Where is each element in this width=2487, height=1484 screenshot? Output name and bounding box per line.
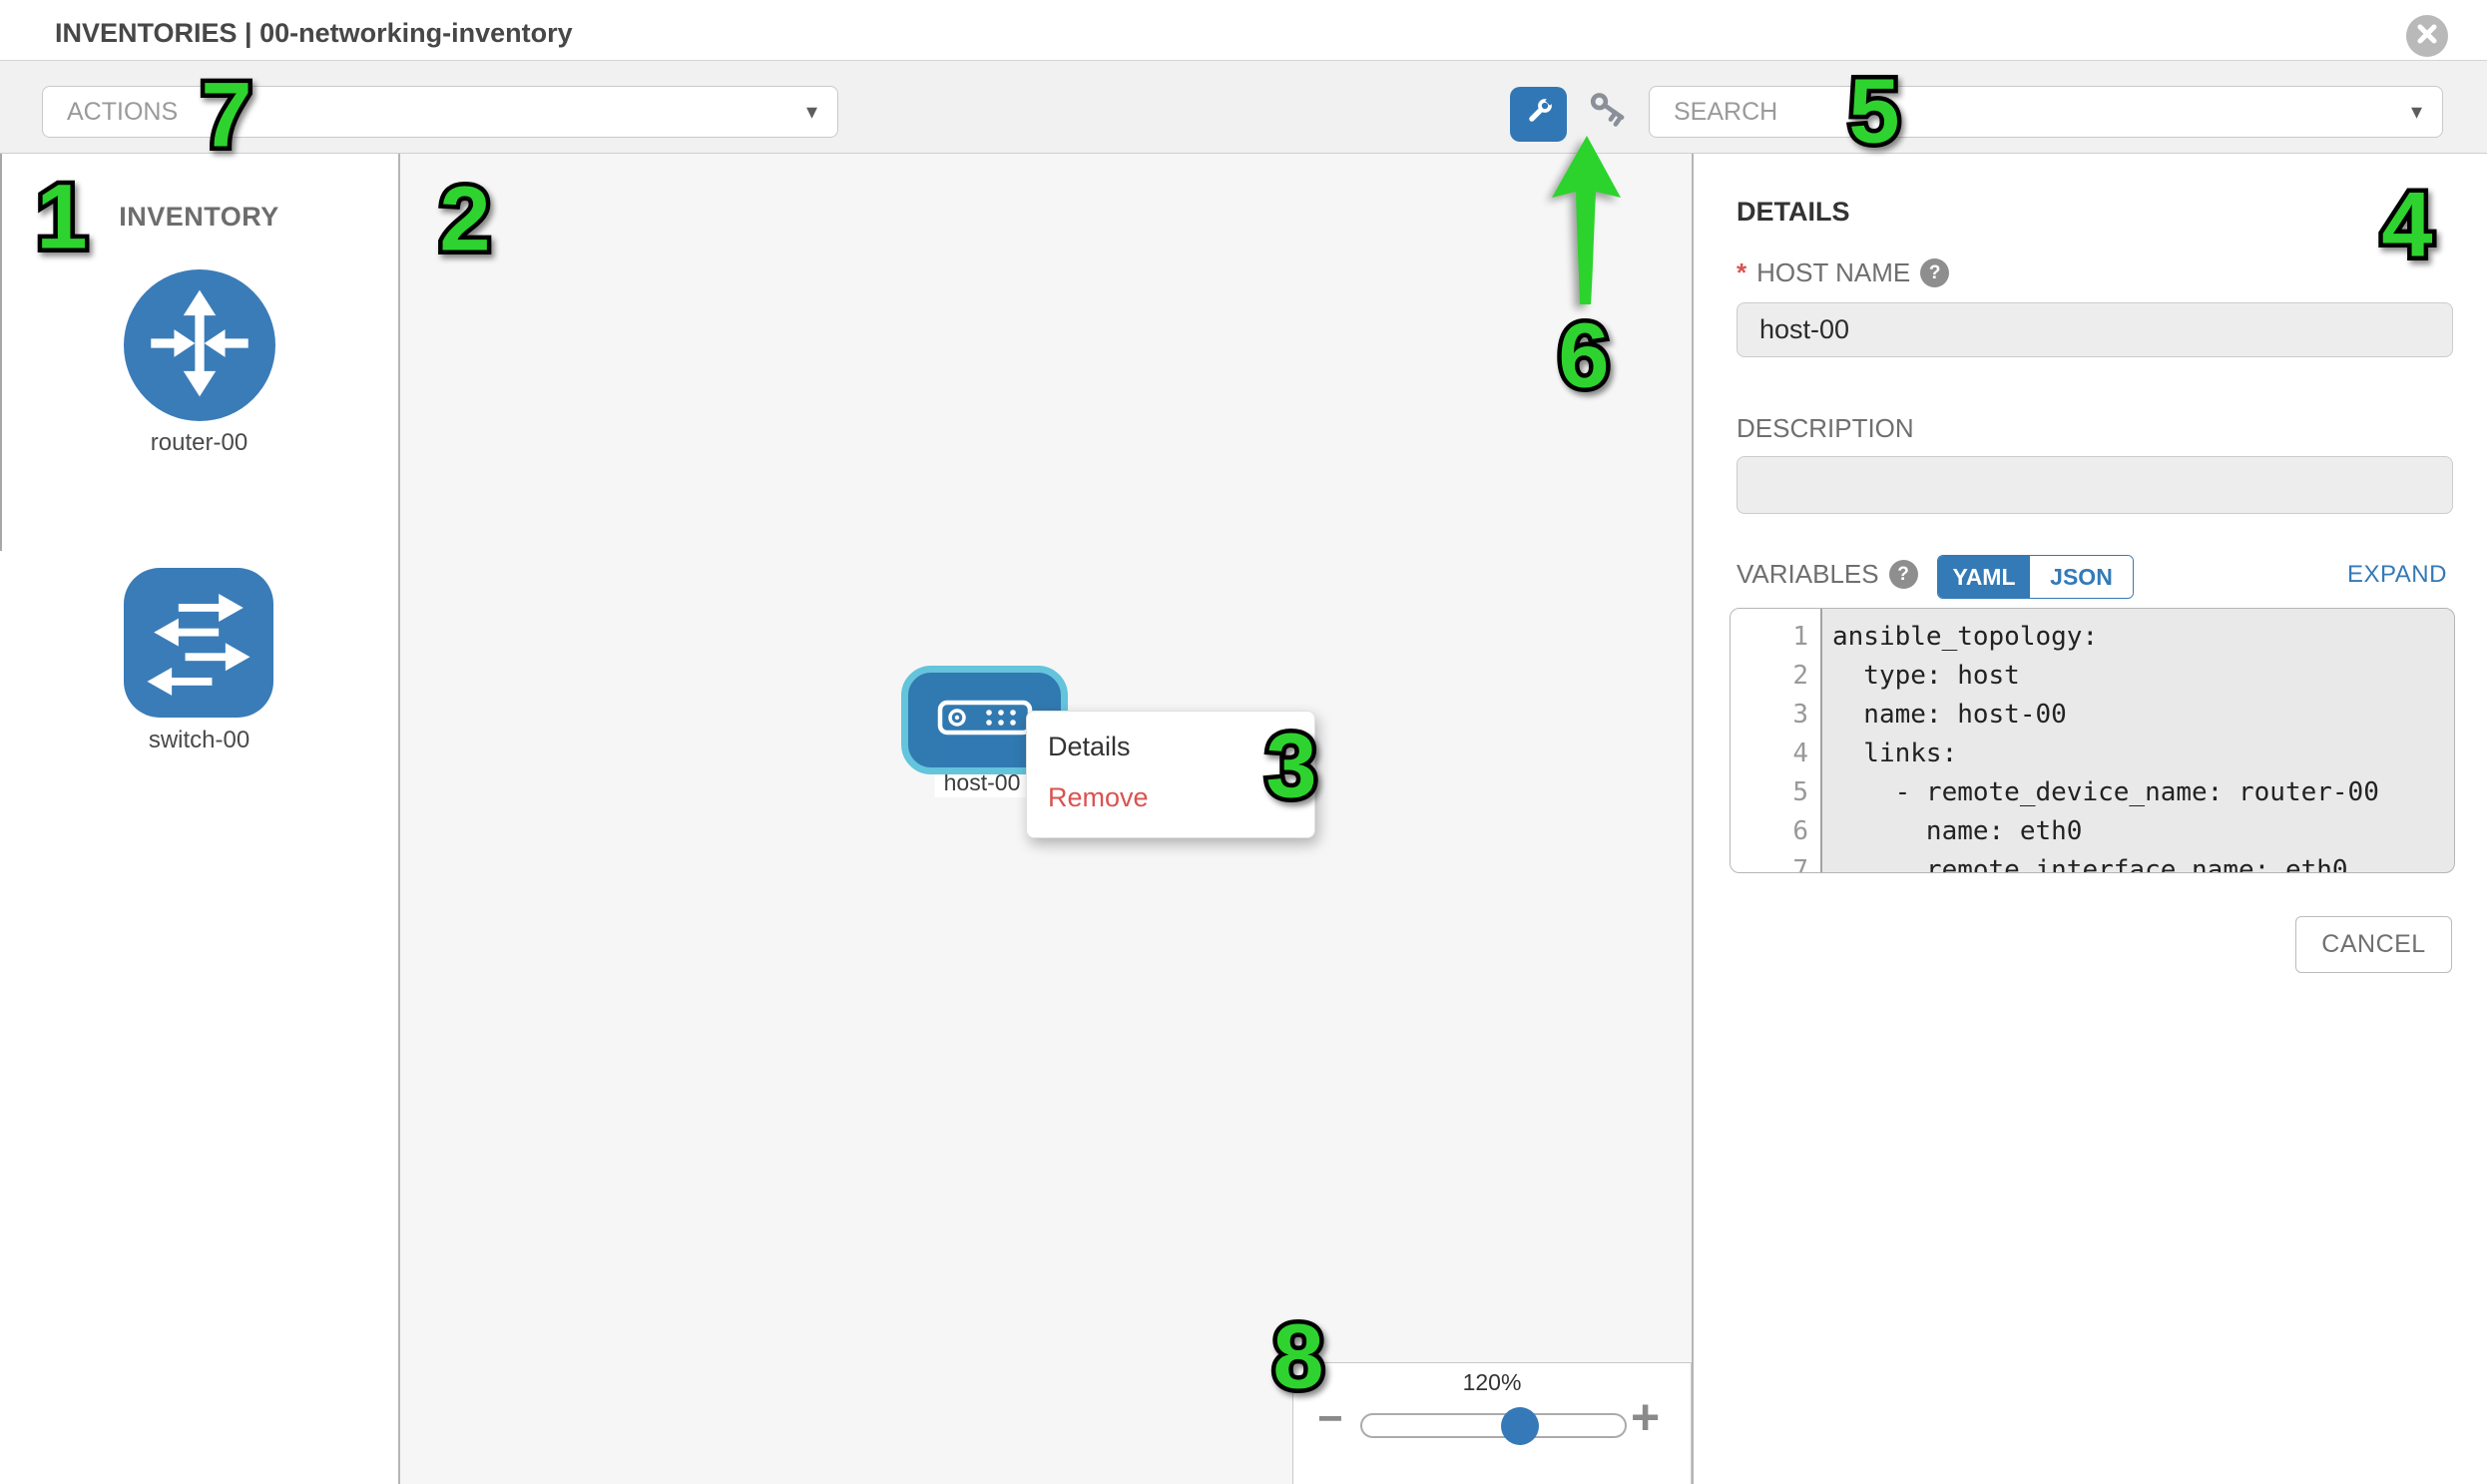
line-number: 4	[1731, 735, 1820, 773]
code-line: links:	[1832, 735, 2454, 773]
chevron-down-icon: ▾	[2411, 99, 2422, 125]
variables-format-toggle: YAML JSON	[1937, 555, 2134, 599]
annotation-1: 1	[36, 166, 87, 270]
line-number: 5	[1731, 773, 1820, 812]
inventory-topology-window: INVENTORIES | 00-networking-inventory AC…	[0, 0, 2487, 1484]
code-line: type: host	[1832, 657, 2454, 696]
annotation-8: 8	[1272, 1305, 1323, 1410]
close-icon	[2417, 24, 2437, 49]
line-number: 7	[1731, 851, 1820, 873]
description-input[interactable]	[1737, 456, 2453, 514]
variables-editor: 1 2 3 4 5 6 7 ansible_topology: type: ho…	[1730, 608, 2455, 873]
close-button[interactable]	[2406, 15, 2448, 57]
help-icon[interactable]: ?	[1889, 560, 1918, 589]
code-line: remote_interface_name: eth0	[1832, 851, 2454, 873]
annotation-6: 6	[1558, 304, 1609, 409]
line-number: 1	[1731, 618, 1820, 657]
palette-item-switch[interactable]	[124, 568, 273, 718]
expand-link[interactable]: EXPAND	[2347, 561, 2447, 589]
host-name-label: HOST NAME	[1756, 257, 1910, 288]
zoom-slider-handle[interactable]	[1501, 1407, 1539, 1445]
code-line: ansible_topology:	[1832, 618, 2454, 657]
panel-divider	[1692, 154, 1694, 1484]
code-line: - remote_device_name: router-00	[1832, 773, 2454, 812]
tab-yaml[interactable]: YAML	[1938, 556, 2030, 598]
details-panel-title: DETAILS	[1737, 197, 1850, 228]
search-dropdown[interactable]: SEARCH ▾	[1649, 86, 2443, 138]
annotation-arrow	[1547, 134, 1627, 316]
annotation-7: 7	[201, 64, 251, 169]
wrench-icon	[1521, 94, 1557, 135]
editor-line-numbers: 1 2 3 4 5 6 7	[1731, 609, 1822, 872]
actions-dropdown[interactable]: ACTIONS ▾	[42, 86, 838, 138]
router-icon	[142, 285, 257, 406]
annotation-4: 4	[2381, 174, 2432, 278]
annotation-2: 2	[439, 168, 490, 272]
cancel-button[interactable]: CANCEL	[2295, 916, 2452, 973]
actions-dropdown-label: ACTIONS	[67, 98, 178, 127]
host-server-icon	[937, 700, 1033, 741]
line-number: 6	[1731, 812, 1820, 851]
page-title: INVENTORIES | 00-networking-inventory	[55, 18, 573, 49]
help-icon[interactable]: ?	[1920, 258, 1949, 287]
annotation-3: 3	[1265, 715, 1316, 819]
host-name-label-row: * HOST NAME ?	[1737, 257, 1949, 288]
search-dropdown-label: SEARCH	[1674, 98, 1777, 127]
host-name-input[interactable]: host-00	[1737, 302, 2453, 357]
line-number: 3	[1731, 696, 1820, 735]
palette-label-switch: switch-00	[0, 727, 398, 754]
variables-label-row: VARIABLES ?	[1737, 559, 1918, 590]
code-line: name: eth0	[1832, 812, 2454, 851]
sidebar-divider	[398, 154, 400, 1484]
description-label: DESCRIPTION	[1737, 413, 1914, 444]
annotation-5: 5	[1848, 60, 1899, 165]
palette-item-router[interactable]	[124, 269, 275, 421]
zoom-slider-track[interactable]	[1360, 1413, 1627, 1438]
line-number: 2	[1731, 657, 1820, 696]
required-marker: *	[1737, 257, 1746, 288]
palette-label-router: router-00	[0, 429, 398, 457]
variables-label: VARIABLES	[1737, 559, 1879, 590]
zoom-in-button[interactable]: +	[1631, 1395, 1660, 1439]
switch-icon	[143, 585, 254, 702]
editor-code-area[interactable]: ansible_topology: type: host name: host-…	[1822, 609, 2454, 872]
tab-json[interactable]: JSON	[2030, 556, 2133, 598]
key-button[interactable]	[1581, 92, 1629, 140]
chevron-down-icon: ▾	[806, 99, 817, 125]
code-line: name: host-00	[1832, 696, 2454, 735]
